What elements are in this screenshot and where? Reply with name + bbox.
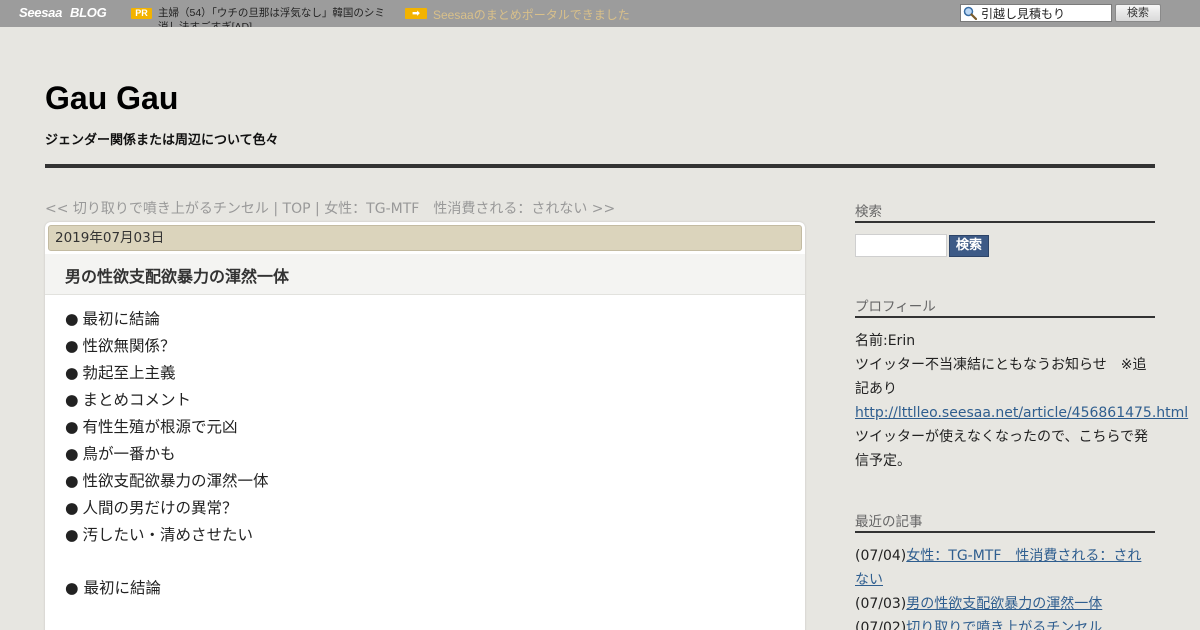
post-title-bar: 男の性欲支配欲暴力の渾然一体: [45, 254, 805, 295]
toc-item[interactable]: ● まとめコメント: [65, 387, 269, 414]
bullet-icon: ●: [65, 445, 79, 463]
bullet-icon: ●: [65, 579, 79, 597]
bullet-icon: ●: [65, 418, 79, 436]
bullet-icon: ●: [65, 526, 79, 544]
search-icon: [963, 6, 977, 20]
profile-note: ツイッターが使えなくなったので、こちらで発信予定。: [855, 429, 1149, 469]
recent-articles: (07/04)女性：TG-MTF 性消費される：されない (07/03)男の性欲…: [855, 544, 1155, 630]
logo-blog-text: BLOG: [70, 5, 107, 20]
bullet-icon: ●: [65, 310, 79, 328]
sidebar-recent-heading: 最近の記事: [855, 510, 1155, 533]
portal-link[interactable]: Seesaaのまとめポータルできました: [433, 6, 630, 23]
list-item: (07/04)女性：TG-MTF 性消費される：されない: [855, 548, 1142, 588]
post-title[interactable]: 男の性欲支配欲暴力の渾然一体: [65, 263, 289, 287]
sidebar-search-button[interactable]: 検索: [949, 235, 989, 257]
pr-badge: PR: [131, 8, 152, 19]
toc-item[interactable]: ● 勃起至上主義: [65, 360, 269, 387]
bullet-icon: ●: [65, 391, 79, 409]
nav-separator: |: [268, 201, 283, 217]
pr-ad-link[interactable]: 主婦（54）「ウチの旦那は浮気なし」韓国のシミ消し法すごすぎ[AD]: [158, 6, 394, 27]
bullet-icon: ●: [65, 472, 79, 490]
toc-item[interactable]: ● 鳥が一番かも: [65, 441, 269, 468]
recent-article-link[interactable]: 男の性欲支配欲暴力の渾然一体: [906, 596, 1102, 612]
next-article-link[interactable]: 女性：TG-MTF 性消費される：されない >>: [324, 201, 615, 217]
profile-name: 名前:Erin: [855, 333, 916, 349]
arrow-right-icon: ➡: [405, 8, 427, 19]
toc-item[interactable]: ● 有性生殖が根源で元凶: [65, 414, 269, 441]
toc-item[interactable]: ● 性欲支配欲暴力の渾然一体: [65, 468, 269, 495]
recent-article-link[interactable]: 切り取りで噴き上がるチンセル: [906, 620, 1102, 630]
table-of-contents: ● 最初に結論 ● 性欲無関係？ ● 勃起至上主義 ● まとめコメント ● 有性生殖が根源…: [65, 306, 269, 549]
top-link[interactable]: TOP: [283, 201, 311, 217]
top-bar: Seesaa BLOG PR 主婦（54）「ウチの旦那は浮気なし」韓国のシミ消し法…: [0, 0, 1200, 27]
sidebar-search-heading: 検索: [855, 200, 1155, 223]
post-date: 2019年07月03日: [48, 225, 802, 251]
toc-item[interactable]: ● 汚したい・清めさせたい: [65, 522, 269, 549]
header-divider: [45, 164, 1155, 168]
topbar-search-button[interactable]: 検索: [1115, 4, 1161, 22]
bullet-icon: ●: [65, 337, 79, 355]
list-item: (07/02)切り取りで噴き上がるチンセル: [855, 616, 1155, 630]
topbar-search-box: [960, 4, 1112, 22]
article-navigation: << 切り取りで噴き上がるチンセル | TOP | 女性：TG-MTF 性消費さ…: [45, 198, 615, 218]
profile-body: 名前:Erin ツイッター不当凍結にともなうお知らせ ※追記あり http://…: [855, 329, 1188, 473]
seesaa-blog-logo[interactable]: Seesaa BLOG: [19, 5, 107, 20]
nav-separator: |: [310, 201, 325, 217]
profile-notice: ツイッター不当凍結にともなうお知らせ ※追記あり: [855, 357, 1147, 397]
toc-item[interactable]: ● 最初に結論: [65, 306, 269, 333]
site-description: ジェンダー関係または周辺について色々: [45, 133, 279, 148]
sidebar-search-input[interactable]: [855, 234, 947, 257]
toc-item[interactable]: ● 人間の男だけの異常？: [65, 495, 269, 522]
bullet-icon: ●: [65, 499, 79, 517]
topbar-search-input[interactable]: [981, 5, 1109, 21]
toc-item[interactable]: ● 性欲無関係？: [65, 333, 269, 360]
profile-article-link[interactable]: http://lttlleo.seesaa.net/article/456861…: [855, 401, 1188, 425]
bullet-icon: ●: [65, 364, 79, 382]
prev-article-link[interactable]: << 切り取りで噴き上がるチンセル: [45, 201, 269, 217]
section-heading: ● 最初に結論: [65, 579, 161, 597]
sidebar-profile-heading: プロフィール: [855, 295, 1155, 318]
site-title[interactable]: Gau Gau: [45, 80, 178, 117]
post-container: 2019年07月03日 男の性欲支配欲暴力の渾然一体 ● 最初に結論 ● 性欲無関係…: [45, 222, 805, 630]
logo-text: Seesaa: [19, 5, 63, 20]
list-item: (07/03)男の性欲支配欲暴力の渾然一体: [855, 596, 1103, 612]
